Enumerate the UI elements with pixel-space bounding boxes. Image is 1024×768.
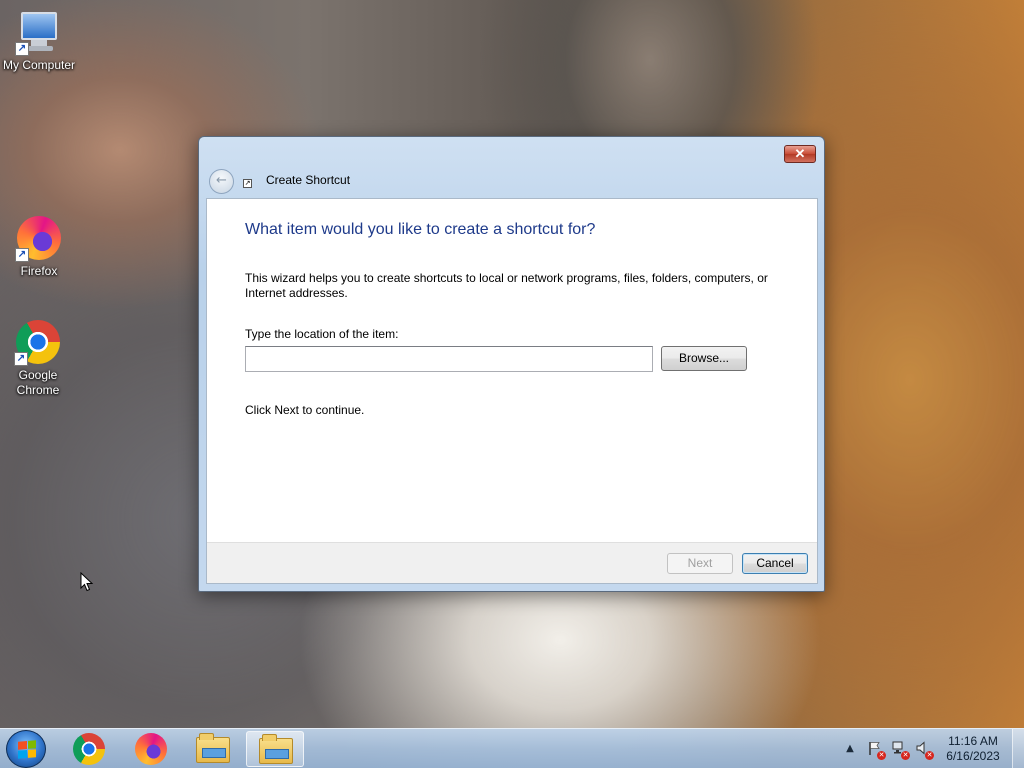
taskbar-explorer-active[interactable]	[246, 731, 304, 767]
wizard-heading: What item would you like to create a sho…	[245, 221, 596, 238]
chrome-icon	[73, 733, 105, 765]
desktop-icon-firefox[interactable]: ↗ Firefox	[0, 214, 78, 279]
close-button[interactable]: ✕	[784, 145, 816, 163]
taskbar-explorer[interactable]	[184, 731, 242, 767]
desktop-icon-label: Firefox	[20, 264, 58, 278]
desktop-icon-my-computer[interactable]: ↗ My Computer	[0, 8, 78, 73]
create-shortcut-dialog: ✕ ← ↗ Create Shortcut What item would yo…	[198, 136, 825, 592]
taskbar-chrome[interactable]	[60, 731, 118, 767]
show-desktop-button[interactable]	[1012, 729, 1024, 768]
desktop-icon-label: Google Chrome	[16, 368, 60, 397]
desktop-icon-google-chrome[interactable]: ↗ Google Chrome	[0, 318, 76, 398]
cancel-button[interactable]: Cancel	[742, 553, 808, 574]
continue-instruction: Click Next to continue.	[245, 403, 365, 417]
shortcut-small-icon: ↗	[243, 179, 252, 188]
clock-time: 11:16 AM	[948, 734, 998, 748]
windows-logo-icon	[18, 740, 36, 759]
clock-date: 6/16/2023	[946, 749, 1000, 763]
shortcut-arrow-icon: ↗	[15, 42, 29, 56]
explorer-icon	[259, 734, 293, 764]
browse-button[interactable]: Browse...	[661, 346, 747, 371]
show-hidden-icons-button[interactable]: ▲	[843, 742, 857, 756]
shortcut-arrow-icon: ↗	[14, 352, 28, 366]
error-badge-icon: ✕	[901, 751, 910, 760]
firefox-icon	[135, 733, 167, 765]
location-input[interactable]	[245, 346, 653, 372]
dialog-title: Create Shortcut	[266, 173, 351, 187]
chrome-icon: ↗	[14, 318, 62, 366]
taskbar: ▲ ✕ ✕ ✕ 11:16 AM 6/16/2023	[0, 728, 1024, 768]
explorer-icon	[196, 733, 230, 763]
network-icon[interactable]: ✕	[890, 740, 910, 760]
error-badge-icon: ✕	[877, 751, 886, 760]
back-arrow-icon[interactable]: ←	[209, 169, 234, 194]
desktop-icon-label: My Computer	[2, 58, 76, 72]
monitor-icon: ↗	[15, 8, 63, 56]
shortcut-arrow-icon: ↗	[15, 248, 29, 262]
start-button[interactable]	[6, 730, 46, 768]
wizard-content: What item would you like to create a sho…	[206, 198, 818, 584]
location-label: Type the location of the item:	[245, 327, 399, 341]
wizard-footer: Next Cancel	[207, 542, 817, 583]
error-badge-icon: ✕	[925, 751, 934, 760]
taskbar-firefox[interactable]	[122, 731, 180, 767]
taskbar-clock[interactable]: 11:16 AM 6/16/2023	[940, 734, 1006, 764]
firefox-icon: ↗	[15, 214, 63, 262]
action-center-flag-icon[interactable]: ✕	[866, 740, 886, 760]
wizard-description: This wizard helps you to create shortcut…	[245, 271, 768, 300]
volume-muted-icon[interactable]: ✕	[914, 740, 934, 760]
next-button[interactable]: Next	[667, 553, 733, 574]
